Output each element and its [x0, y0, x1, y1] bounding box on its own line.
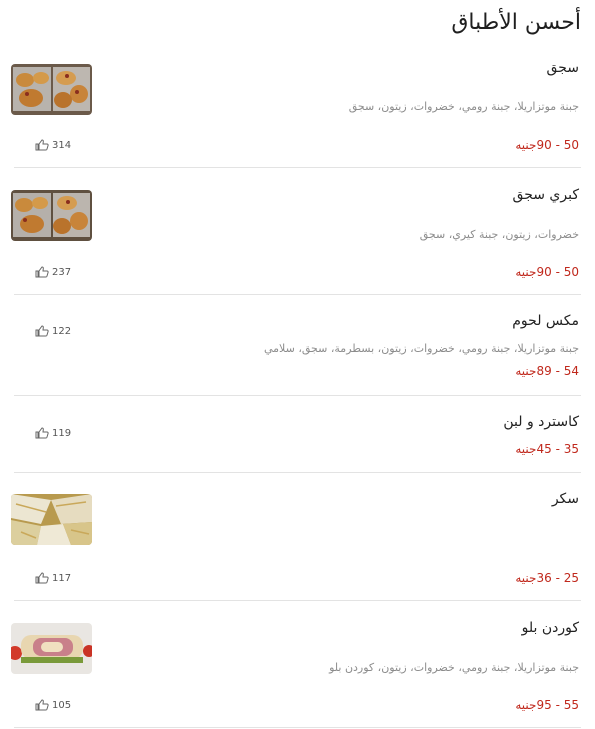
dish-price: 55 - 95جنيه	[515, 698, 579, 712]
like-count: 119	[52, 427, 72, 439]
dish-price: 54 - 89جنيه	[515, 364, 579, 378]
like-count: 237	[52, 266, 72, 278]
thumbs-up-icon	[35, 699, 49, 711]
dish-card[interactable]: كوردن بلو جبنة موتزاريلا، جبنة رومي، خضر…	[11, 601, 581, 728]
dish-price: 50 - 90جنيه	[515, 138, 579, 152]
dish-description: جبنة موتزاريلا، جبنة رومي، خضروات، زيتون…	[263, 342, 579, 355]
dish-name: سجق	[546, 60, 579, 76]
like-button[interactable]: 117	[35, 572, 71, 584]
thumbs-up-icon	[35, 427, 49, 439]
like-button[interactable]: 105	[35, 699, 71, 711]
like-button[interactable]: 119	[35, 427, 71, 439]
like-count: 122	[52, 325, 72, 337]
dish-name: كاسترد و لبن	[503, 414, 579, 430]
dish-image-sausage[interactable]	[11, 190, 92, 241]
dish-card[interactable]: سكر 25 - 36جنيه 117	[11, 473, 581, 601]
like-count: 314	[52, 139, 72, 151]
like-count: 105	[52, 699, 72, 711]
dish-list: سجق جبنة موتزاريلا، جبنة رومي، خضروات، ز…	[11, 48, 581, 728]
thumbs-up-icon	[35, 325, 49, 337]
dish-image-cordon-bleu[interactable]	[11, 623, 92, 674]
section-title: أحسن الأطباق	[451, 10, 581, 35]
dish-image-sugar-feteer[interactable]	[11, 494, 92, 545]
like-button[interactable]: 237	[35, 266, 71, 278]
dish-card[interactable]: سجق جبنة موتزاريلا، جبنة رومي، خضروات، ز…	[11, 48, 581, 168]
menu-page: أحسن الأطباق سجق جبنة موتزاريلا، جبنة رو…	[0, 0, 595, 729]
thumbs-up-icon	[35, 139, 49, 151]
dish-name: كبري سجق	[512, 187, 579, 203]
thumbs-up-icon	[35, 266, 49, 278]
dish-description: جبنة موتزاريلا، جبنة رومي، خضروات، زيتون…	[329, 661, 579, 674]
dish-image-sausage[interactable]	[11, 64, 92, 115]
dish-price: 25 - 36جنيه	[515, 571, 579, 585]
dish-card[interactable]: كاسترد و لبن 35 - 45جنيه 119	[14, 396, 581, 473]
like-button[interactable]: 122	[35, 325, 71, 337]
dish-name: مكس لحوم	[512, 313, 579, 329]
dish-description: خضروات، زيتون، جبنة كيري، سجق	[419, 228, 579, 241]
like-button[interactable]: 314	[35, 139, 71, 151]
dish-price: 35 - 45جنيه	[515, 442, 579, 456]
dish-name: سكر	[551, 491, 579, 507]
thumbs-up-icon	[35, 572, 49, 584]
dish-card[interactable]: كبري سجق خضروات، زيتون، جبنة كيري، سجق 5…	[11, 168, 581, 295]
dish-price: 50 - 90جنيه	[515, 265, 579, 279]
dish-name: كوردن بلو	[521, 620, 579, 636]
like-count: 117	[52, 572, 72, 584]
dish-card[interactable]: مكس لحوم جبنة موتزاريلا، جبنة رومي، خضرو…	[14, 295, 581, 396]
dish-description: جبنة موتزاريلا، جبنة رومي، خضروات، زيتون…	[348, 100, 579, 113]
